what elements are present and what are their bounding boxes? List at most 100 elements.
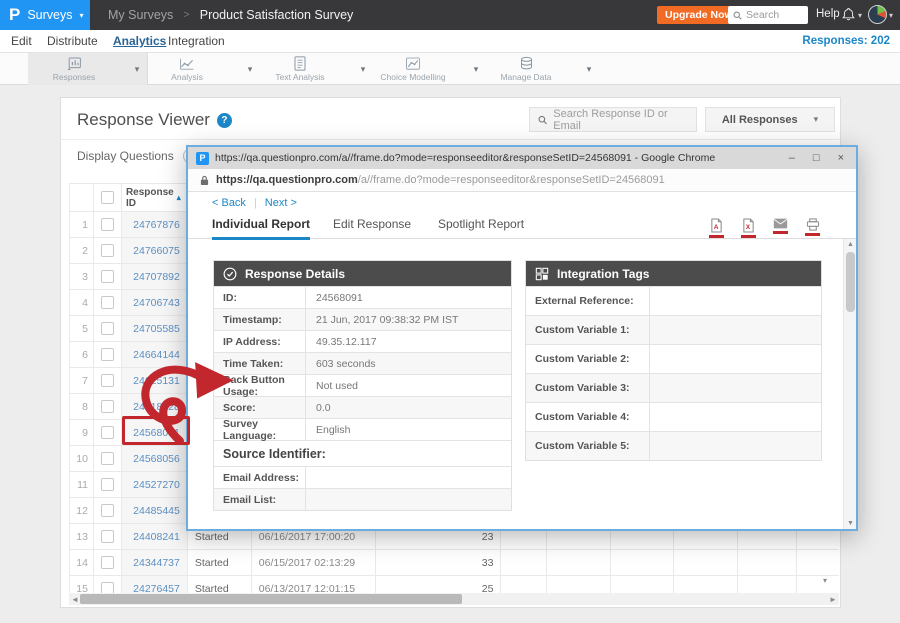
breadcrumb-parent[interactable]: My Surveys bbox=[108, 8, 173, 22]
response-id-header[interactable]: Response ID▴ bbox=[122, 184, 188, 211]
row-checkbox-cell bbox=[94, 238, 122, 263]
response-id-link[interactable]: 24705585 bbox=[122, 316, 188, 341]
search-icon bbox=[538, 115, 547, 125]
check-circle-icon bbox=[223, 267, 237, 281]
tool-manage-data-caret-icon[interactable]: ▾ bbox=[578, 53, 600, 85]
notifications-caret-icon[interactable]: ▾ bbox=[858, 11, 862, 20]
response-id-link[interactable]: 24707892 bbox=[122, 264, 188, 289]
help-question-icon[interactable]: ? bbox=[217, 113, 232, 128]
detail-label: Survey Language: bbox=[214, 419, 306, 440]
response-id-link[interactable]: 24527270 bbox=[122, 472, 188, 497]
response-id-link[interactable]: 24485445 bbox=[122, 498, 188, 523]
responses-filter-dropdown[interactable]: All Responses ▾ bbox=[705, 107, 835, 132]
row-checkbox[interactable] bbox=[101, 582, 114, 593]
nav-distribute[interactable]: Distribute bbox=[47, 34, 98, 48]
account-caret-icon[interactable]: ▾ bbox=[889, 11, 893, 20]
tab-individual-report[interactable]: Individual Report bbox=[212, 217, 310, 240]
row-checkbox[interactable] bbox=[101, 452, 114, 465]
row-checkbox[interactable] bbox=[101, 244, 114, 257]
detail-row: ID: 24568091 bbox=[214, 286, 511, 308]
row-checkbox[interactable] bbox=[101, 504, 114, 517]
chevron-down-icon: ▾ bbox=[80, 11, 84, 20]
sort-ascending-icon: ▴ bbox=[177, 193, 181, 202]
detail-row: Custom Variable 2: bbox=[526, 344, 821, 373]
minimize-icon[interactable]: – bbox=[789, 153, 795, 164]
table-scroll-down-icon[interactable]: ▾ bbox=[823, 576, 827, 585]
scrollbar-thumb[interactable] bbox=[80, 594, 462, 604]
row-checkbox[interactable] bbox=[101, 478, 114, 491]
row-checkbox[interactable] bbox=[101, 218, 114, 231]
scrollbar-thumb[interactable] bbox=[846, 252, 855, 312]
tool-text-analysis[interactable]: Text Analysis bbox=[254, 53, 346, 85]
excel-export-icon[interactable]: X bbox=[741, 218, 756, 238]
questionpro-logo-icon: P bbox=[9, 5, 20, 25]
response-id-link[interactable]: 24625131 bbox=[122, 368, 188, 393]
nav-integration[interactable]: Integration bbox=[168, 34, 225, 48]
row-checkbox[interactable] bbox=[101, 322, 114, 335]
tool-analysis[interactable]: Analysis bbox=[141, 53, 233, 85]
responses-count-badge[interactable]: Responses: 202 bbox=[802, 35, 890, 47]
response-id-link[interactable]: 24664144 bbox=[122, 342, 188, 367]
next-link[interactable]: Next > bbox=[265, 197, 297, 209]
tool-responses[interactable]: Responses bbox=[28, 53, 120, 85]
user-avatar[interactable] bbox=[868, 5, 887, 24]
detail-value: 21 Jun, 2017 09:38:32 PM IST bbox=[306, 309, 511, 330]
row-checkbox[interactable] bbox=[101, 270, 114, 283]
detail-value bbox=[650, 287, 821, 315]
table-row[interactable]: 14 24344737 Started 06/15/2017 02:13:29 … bbox=[70, 550, 839, 576]
url-path: /a//frame.do?mode=responseeditor&respons… bbox=[358, 174, 665, 186]
maximize-icon[interactable]: □ bbox=[813, 153, 820, 164]
response-id-link[interactable]: 24767876 bbox=[122, 212, 188, 237]
detail-value: 0.0 bbox=[306, 397, 511, 418]
response-id-link[interactable]: 24766075 bbox=[122, 238, 188, 263]
table-row[interactable]: 15 24276457 Started 06/13/2017 12:01:15 … bbox=[70, 576, 839, 593]
tab-spotlight-report[interactable]: Spotlight Report bbox=[438, 217, 524, 237]
address-bar[interactable]: https://qa.questionpro.com/a//frame.do?m… bbox=[188, 169, 856, 192]
email-icon[interactable] bbox=[773, 218, 788, 238]
detail-row: Time Taken: 603 seconds bbox=[214, 352, 511, 374]
scroll-up-icon[interactable]: ▲ bbox=[844, 241, 856, 248]
table-horizontal-scrollbar[interactable]: ◄ ► bbox=[69, 593, 839, 605]
nav-analytics[interactable]: Analytics bbox=[113, 34, 166, 48]
tool-choice-modelling[interactable]: Choice Modelling bbox=[367, 53, 459, 85]
pdf-export-icon[interactable]: A bbox=[709, 218, 724, 238]
detail-value: Not used bbox=[306, 375, 511, 396]
row-checkbox[interactable] bbox=[101, 400, 114, 413]
notifications-bell-icon[interactable] bbox=[842, 7, 855, 26]
back-link[interactable]: < Back bbox=[212, 197, 246, 209]
row-number: 10 bbox=[70, 446, 94, 471]
tool-manage-data[interactable]: Manage Data bbox=[480, 53, 572, 85]
detail-label: ID: bbox=[214, 287, 306, 308]
nav-edit[interactable]: Edit bbox=[11, 34, 32, 48]
row-checkbox[interactable] bbox=[101, 296, 114, 309]
scroll-down-icon[interactable]: ▼ bbox=[844, 520, 856, 527]
row-checkbox[interactable] bbox=[101, 530, 114, 543]
row-checkbox[interactable] bbox=[101, 374, 114, 387]
date-cell: 06/13/2017 12:01:15 bbox=[252, 576, 376, 593]
row-checkbox[interactable] bbox=[101, 348, 114, 361]
detail-label: Back Button Usage: bbox=[214, 375, 306, 396]
row-checkbox[interactable] bbox=[101, 426, 114, 439]
help-link[interactable]: Help bbox=[816, 8, 840, 20]
window-titlebar[interactable]: P https://qa.questionpro.com/a//frame.do… bbox=[188, 147, 856, 169]
response-id-link[interactable]: 24344737 bbox=[122, 550, 188, 575]
detail-label: Time Taken: bbox=[214, 353, 306, 374]
response-id-link[interactable]: 24276457 bbox=[122, 576, 188, 593]
print-icon[interactable] bbox=[805, 218, 820, 238]
response-id-link[interactable]: 24568056 bbox=[122, 446, 188, 471]
popup-scrollbar[interactable]: ▲ ▼ bbox=[843, 239, 856, 529]
tab-edit-response[interactable]: Edit Response bbox=[333, 217, 411, 237]
product-switcher[interactable]: P Surveys ▾ bbox=[0, 0, 90, 30]
response-id-link[interactable]: 24408241 bbox=[122, 524, 188, 549]
detail-row: Email Address: bbox=[214, 466, 511, 488]
row-checkbox[interactable] bbox=[101, 556, 114, 569]
detail-value bbox=[650, 345, 821, 373]
tool-label: Manage Data bbox=[500, 72, 551, 82]
global-search-input[interactable]: Search bbox=[728, 6, 808, 24]
line-chart-icon bbox=[179, 57, 195, 71]
close-icon[interactable]: × bbox=[838, 153, 844, 164]
select-all-checkbox[interactable] bbox=[101, 191, 114, 204]
response-id-link[interactable]: 24706743 bbox=[122, 290, 188, 315]
response-search-input[interactable]: Search Response ID or Email bbox=[529, 107, 697, 132]
scroll-right-icon[interactable]: ► bbox=[827, 593, 839, 605]
